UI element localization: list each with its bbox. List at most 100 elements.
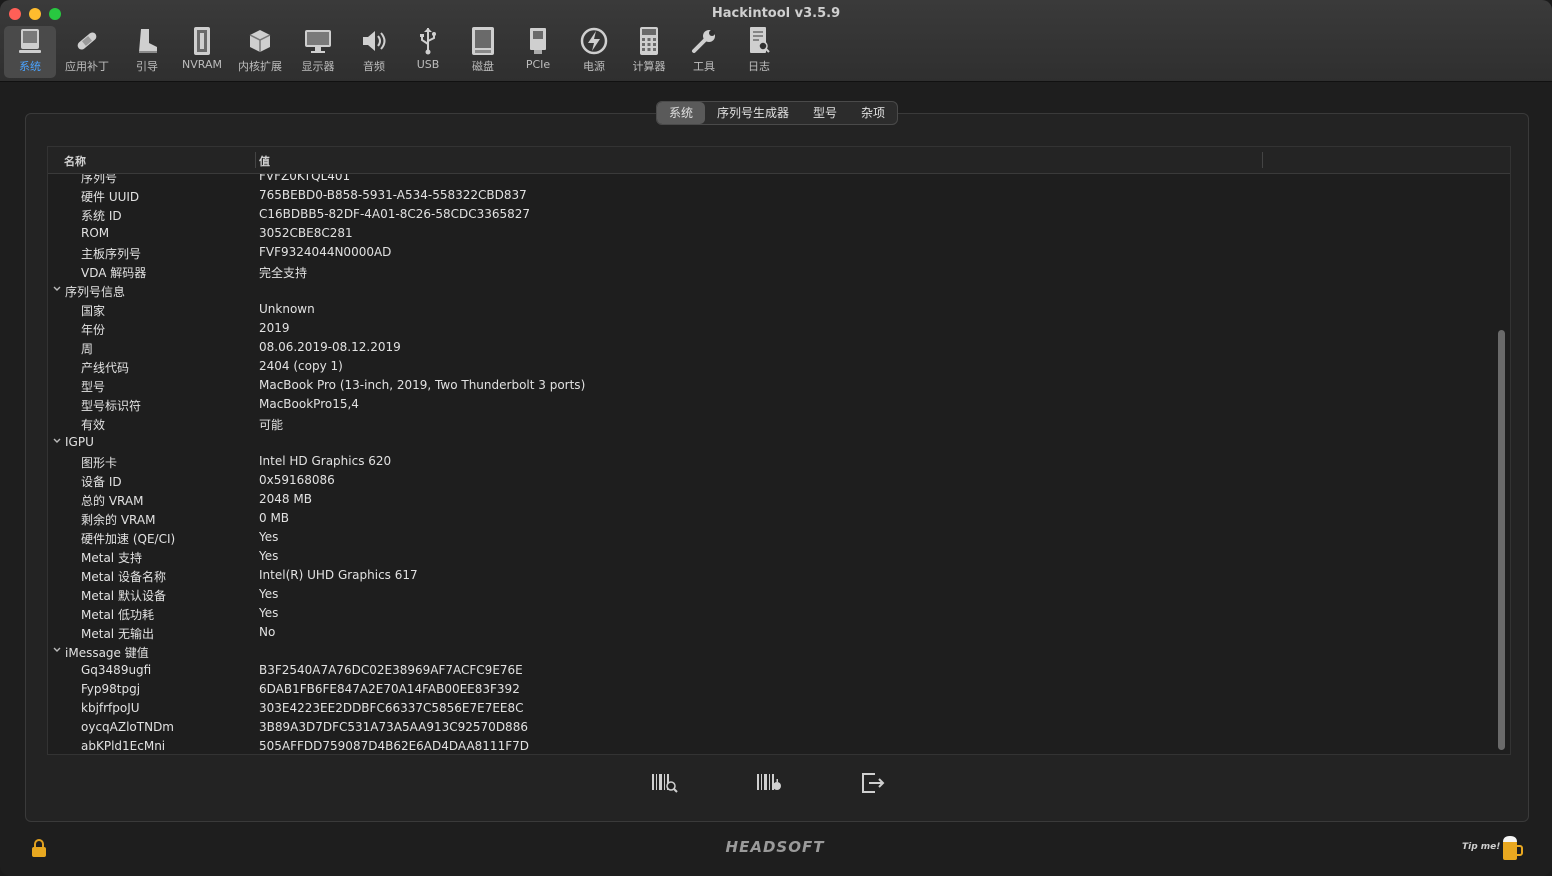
table-row[interactable]: 国家 Unknown (48, 300, 1494, 319)
toolbar-item-label: 日志 (748, 60, 770, 73)
chevron-down-icon[interactable] (52, 436, 62, 446)
row-value: MacBook Pro (13-inch, 2019, Two Thunderb… (259, 378, 586, 392)
toolbar-item-label: NVRAM (182, 58, 222, 71)
table-body: 序列号 FVFZ0KTQL401 硬件 UUID 765BEBD0-B858-5931… (48, 167, 1494, 754)
bandage-icon (72, 26, 102, 56)
chevron-down-icon[interactable] (52, 284, 62, 294)
table-row[interactable]: VDA 解码器 完全支持 (48, 262, 1494, 281)
row-value: MacBookPro15,4 (259, 397, 359, 411)
memory-chip-icon (187, 26, 217, 56)
lock-button[interactable] (30, 838, 48, 858)
toolbar-item-boot[interactable]: 引导 (121, 26, 173, 78)
toolbar-item-calculator[interactable]: 计算器 (623, 26, 675, 78)
toolbar-item-power[interactable]: 电源 (568, 26, 620, 78)
row-name: Metal 低功耗 (81, 608, 154, 622)
row-value: 765BEBD0-B858-5931-A534-558322CBD837 (259, 188, 527, 202)
table-row[interactable]: kbjfrfpoJU 303E4223EE2DDBFC66337C5856E7E7… (48, 699, 1494, 718)
toolbar-item-log[interactable]: 日志 (733, 26, 785, 78)
toolbar-item-label: 磁盘 (472, 60, 494, 73)
row-name: 有效 (81, 418, 106, 432)
table-row[interactable]: oycqAZloTNDm 3B89A3D7DFC531A73A5AA913C925… (48, 718, 1494, 737)
table-row[interactable]: abKPld1EcMni 505AFFDD759087D4B62E6AD4DAA8… (48, 737, 1494, 754)
row-value: 3052CBE8C281 (259, 226, 353, 240)
table-row[interactable]: Metal 默认设备 Yes (48, 585, 1494, 604)
export-button[interactable] (859, 771, 887, 799)
table-row[interactable]: 型号 MacBook Pro (13-inch, 2019, Two Thunde… (48, 376, 1494, 395)
section-tabs: 系统 序列号生成器 型号 杂项 (656, 101, 899, 125)
row-value: 2048 MB (259, 492, 312, 506)
tab-system[interactable]: 系统 (657, 102, 706, 124)
power-bolt-icon (579, 26, 609, 56)
row-name: 型号 (81, 380, 106, 394)
row-name: abKPld1EcMni (81, 739, 166, 753)
table-row[interactable]: 周 08.06.2019-08.12.2019 (48, 338, 1494, 357)
table-row[interactable]: 产线代码 2404 (copy 1) (48, 357, 1494, 376)
tab-serial-generator[interactable]: 序列号生成器 (705, 102, 801, 124)
toolbar-item-kext[interactable]: 内核扩展 (234, 26, 286, 78)
barcode-apple-button[interactable] (755, 771, 783, 799)
chevron-down-icon[interactable] (52, 645, 62, 655)
toolbar-item-pcie[interactable]: PCIe (512, 26, 564, 78)
table-row[interactable]: ROM 3052CBE8C281 (48, 224, 1494, 243)
table-group-row[interactable]: iMessage 键值 (48, 642, 1494, 661)
toolbar-item-tools[interactable]: 工具 (678, 26, 730, 78)
row-value: 可能 (259, 418, 284, 432)
row-name: 型号标识符 (81, 399, 142, 413)
row-value: 完全支持 (259, 266, 308, 280)
column-header-name[interactable]: 名称 (64, 153, 86, 169)
row-name: 产线代码 (81, 361, 130, 375)
vertical-scrollbar[interactable] (1498, 330, 1505, 750)
toolbar-item-system[interactable]: 系统 (4, 26, 56, 78)
tip-me-button[interactable] (1500, 834, 1524, 862)
table-row[interactable]: 剩余的 VRAM 0 MB (48, 509, 1494, 528)
table-row[interactable]: 年份 2019 (48, 319, 1494, 338)
row-name: 周 (81, 342, 94, 356)
table-row[interactable]: 硬件加速 (QE/CI) Yes (48, 528, 1494, 547)
row-name: VDA 解码器 (81, 266, 147, 280)
table-row[interactable]: 图形卡 Intel HD Graphics 620 (48, 452, 1494, 471)
table-row[interactable]: Metal 无输出 No (48, 623, 1494, 642)
barcode-search-button[interactable] (650, 771, 678, 799)
toolbar-item-label: 系统 (19, 60, 41, 73)
table-row[interactable]: 有效 可能 (48, 414, 1494, 433)
table-row[interactable]: Fyp98tpgj 6DAB1FB6FE847A2E70A14FAB00EE83F… (48, 680, 1494, 699)
table-row[interactable]: Metal 支持 Yes (48, 547, 1494, 566)
table-row[interactable]: 硬件 UUID 765BEBD0-B858-5931-A534-558322CBD… (48, 186, 1494, 205)
toolbar-item-label: 工具 (693, 60, 715, 73)
toolbar-item-label: 显示器 (301, 60, 335, 73)
toolbar-item-usb[interactable]: USB (402, 26, 454, 78)
barcode-search-icon (650, 771, 678, 799)
system-info-table[interactable]: 序列号 FVFZ0KTQL401 硬件 UUID 765BEBD0-B858-5931… (47, 146, 1511, 755)
table-row[interactable]: 型号标识符 MacBookPro15,4 (48, 395, 1494, 414)
table-row[interactable]: 设备 ID 0x59168086 (48, 471, 1494, 490)
table-group-row[interactable]: IGPU (48, 433, 1494, 452)
row-name: 年份 (81, 323, 106, 337)
row-value: Intel HD Graphics 620 (259, 454, 392, 468)
toolbar-item-nvram[interactable]: NVRAM (176, 26, 228, 78)
table-row[interactable]: 总的 VRAM 2048 MB (48, 490, 1494, 509)
tip-me-label[interactable]: Tip me! (1462, 842, 1500, 852)
tab-model[interactable]: 型号 (801, 102, 849, 124)
table-row[interactable]: 系统 ID C16BDBB5-82DF-4A01-8C26-58CDC336582… (48, 205, 1494, 224)
row-value: Unknown (259, 302, 315, 316)
wrench-icon (689, 26, 719, 56)
table-row[interactable]: Gq3489ugfi B3F2540A7A76DC02E38969AF7ACFC9… (48, 661, 1494, 680)
toolbar-item-label: 引导 (136, 60, 158, 73)
table-row[interactable]: 主板序列号 FVF9324044N0000AD (48, 243, 1494, 262)
column-header-value[interactable]: 值 (259, 153, 270, 169)
log-icon (744, 26, 774, 56)
toolbar-item-label: USB (416, 58, 440, 71)
speaker-icon (359, 26, 389, 56)
table-row[interactable]: Metal 低功耗 Yes (48, 604, 1494, 623)
title-bar: Hackintool v3.5.9 系统 应用补丁 引导 NVRAM 内核扩展 … (0, 0, 1552, 82)
toolbar-item-audio[interactable]: 音频 (348, 26, 400, 78)
table-row[interactable]: Metal 设备名称 Intel(R) UHD Graphics 617 (48, 566, 1494, 585)
row-name: 设备 ID (81, 475, 122, 489)
row-name: 图形卡 (81, 456, 118, 470)
toolbar-item-patch[interactable]: 应用补丁 (61, 26, 113, 78)
toolbar-item-disk[interactable]: 磁盘 (457, 26, 509, 78)
table-group-row[interactable]: 序列号信息 (48, 281, 1494, 300)
row-value: FVF9324044N0000AD (259, 245, 392, 259)
tab-misc[interactable]: 杂项 (849, 102, 897, 124)
toolbar-item-display[interactable]: 显示器 (292, 26, 344, 78)
